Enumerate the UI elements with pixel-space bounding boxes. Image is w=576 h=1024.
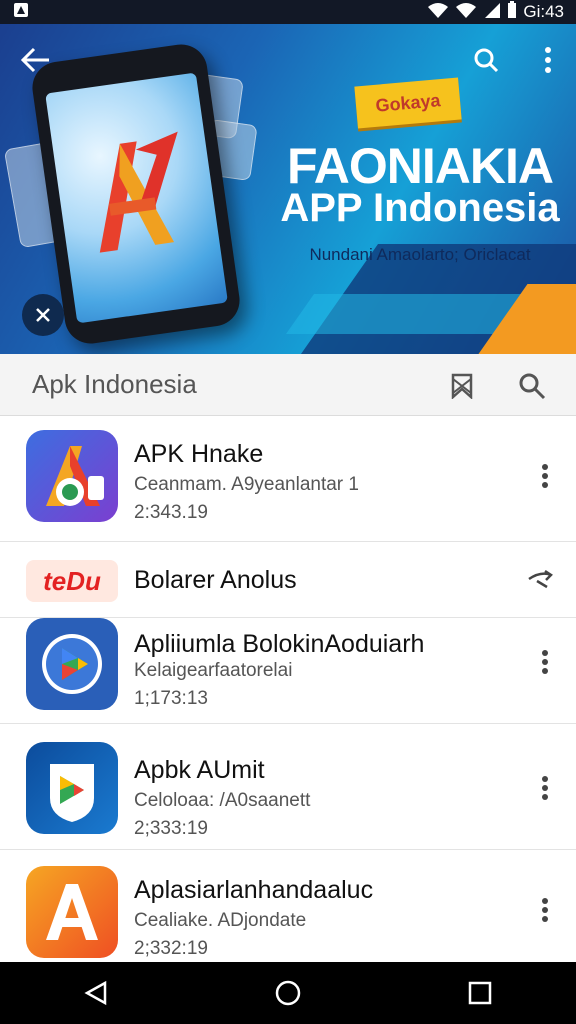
share-icon	[528, 569, 553, 589]
promo-tag: Gokaya	[354, 77, 462, 129]
app-subtitle: Ceanmam. A9yeanlantar 1	[134, 474, 359, 495]
banner-title-second-line: APP Indonesia	[280, 186, 560, 230]
status-time: Gi:43	[523, 2, 564, 21]
list-item[interactable]: APK Hnake Ceanmam. A9yeanlantar 1 2:343.…	[0, 416, 576, 542]
close-icon	[36, 308, 50, 322]
apk-logo-icon	[46, 446, 104, 506]
close-button[interactable]	[22, 294, 64, 336]
app-name: Aplasiarlanhandaaluc	[134, 876, 374, 904]
app-date: 2:343.19	[134, 502, 208, 523]
banner-search-button[interactable]	[466, 40, 506, 80]
more-vert-icon	[542, 898, 548, 922]
list-item[interactable]: teDu Bolarer Anolus	[0, 542, 576, 618]
play-store-icon	[42, 634, 102, 694]
app-date: 2;333:19	[134, 818, 208, 839]
circle-home-icon	[275, 980, 301, 1006]
item-more-button[interactable]	[530, 768, 560, 808]
search-button[interactable]	[514, 368, 550, 404]
app-date: 2;332:19	[134, 938, 208, 959]
app-name: APK Hnake	[134, 440, 264, 468]
list-item[interactable]: Aplasiarlanhandaaluc Cealiake. ADjondate…	[0, 850, 576, 962]
arrow-left-icon	[21, 47, 49, 73]
battery-icon	[507, 0, 517, 24]
letter-a-icon	[46, 884, 98, 940]
bookmark-icon	[451, 373, 473, 399]
search-icon	[519, 373, 546, 400]
app-logo-icon	[99, 131, 178, 253]
list-item[interactable]: Apliiumla BolokinAoduiarh Kelaigearfaato…	[0, 618, 576, 724]
banner-more-button[interactable]	[530, 40, 566, 80]
promo-banner[interactable]: Gokaya FAONIAKIA APP Indonesia Nundani A…	[0, 24, 576, 354]
promo-badge-label: teDu	[43, 565, 101, 596]
app-subtitle: Cealiake. ADjondate	[134, 910, 307, 931]
more-vert-icon	[542, 650, 548, 674]
search-icon	[474, 48, 499, 73]
wifi-icon	[455, 1, 477, 24]
nav-home-button[interactable]	[258, 968, 318, 1018]
nav-back-button[interactable]	[66, 968, 126, 1018]
more-vert-icon	[542, 776, 548, 800]
more-vert-icon	[542, 464, 548, 488]
item-more-button[interactable]	[530, 642, 560, 682]
app-name: Apliiumla BolokinAoduiarh	[134, 630, 425, 658]
app-icon	[26, 618, 118, 710]
more-vert-icon	[545, 47, 551, 73]
bookmark-button[interactable]	[444, 368, 480, 404]
item-more-button[interactable]	[530, 890, 560, 930]
item-more-button[interactable]	[530, 456, 560, 496]
back-button[interactable]	[12, 40, 60, 80]
search-bar[interactable]: Apk Indonesia	[0, 354, 576, 416]
app-icon	[26, 430, 118, 522]
triangle-back-icon	[84, 980, 107, 1006]
app-subtitle: Celoloaa: /A0saanett	[134, 790, 311, 811]
search-query[interactable]: Apk Indonesia	[32, 369, 197, 400]
navigation-bar	[0, 962, 576, 1024]
banner-subtitle: Nundani Amaolarto; Oriclacat	[309, 245, 531, 264]
app-name: Apbk AUmit	[134, 756, 265, 784]
app-icon	[26, 866, 118, 958]
banner-title: FAONIAKIA	[287, 138, 554, 194]
app-date: 1;173:13	[134, 688, 208, 709]
app-name: Bolarer Anolus	[134, 566, 297, 594]
share-button[interactable]	[522, 560, 558, 600]
app-subtitle: Kelaigearfaatorelai	[134, 660, 293, 681]
app-icon	[26, 742, 118, 834]
promo-badge: teDu	[26, 560, 118, 602]
shield-play-icon	[50, 764, 94, 822]
notification-icon	[12, 1, 30, 24]
signal-icon	[483, 1, 501, 24]
square-recents-icon	[468, 981, 492, 1005]
list-item[interactable]: Apbk AUmit Celoloaa: /A0saanett 2;333:19	[0, 724, 576, 850]
wifi-icon	[427, 1, 449, 24]
status-bar: Gi:43	[0, 0, 576, 24]
nav-recents-button[interactable]	[450, 968, 510, 1018]
